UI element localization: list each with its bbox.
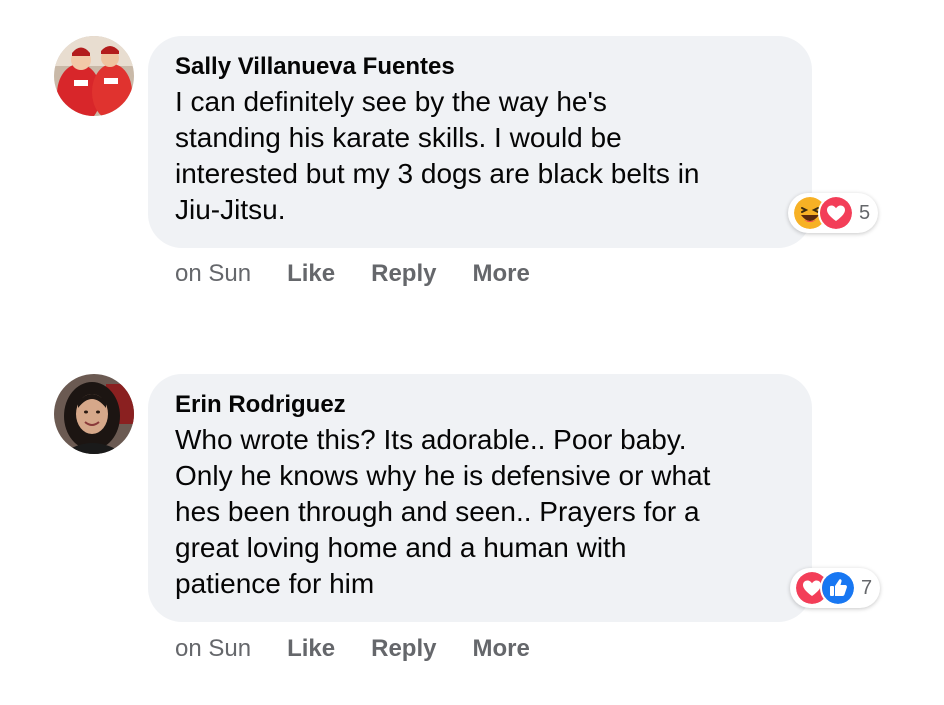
comment-text: Who wrote this? Its adorable.. Poor baby…	[175, 424, 711, 599]
comment-author[interactable]: Erin Rodriguez	[175, 390, 788, 420]
love-icon	[818, 195, 854, 231]
more-button[interactable]: More	[472, 260, 529, 288]
comment-actions: on Sun Like Reply More	[175, 258, 566, 290]
reaction-count: 5	[859, 201, 871, 224]
reaction-count: 7	[861, 576, 873, 599]
avatar[interactable]	[54, 36, 134, 116]
comments-page: Sally Villanueva Fuentes I can definitel…	[0, 0, 944, 705]
avatar-image	[54, 36, 134, 116]
comment-author[interactable]: Sally Villanueva Fuentes	[175, 52, 788, 82]
avatar[interactable]	[54, 374, 134, 454]
like-button[interactable]: Like	[287, 635, 335, 663]
comment-actions: on Sun Like Reply More	[175, 633, 566, 665]
reply-button[interactable]: Reply	[371, 260, 436, 288]
more-button[interactable]: More	[472, 635, 529, 663]
reactions-summary[interactable]: 7	[790, 568, 881, 608]
comment-bubble: Sally Villanueva Fuentes I can definitel…	[148, 36, 812, 248]
avatar-image	[54, 374, 134, 454]
comment-bubble: Erin Rodriguez Who wrote this? Its adora…	[148, 374, 812, 622]
reply-button[interactable]: Reply	[371, 635, 436, 663]
reactions-summary[interactable]: 5	[788, 193, 879, 233]
like-button[interactable]: Like	[287, 260, 335, 288]
like-icon	[820, 570, 856, 606]
comment-timestamp[interactable]: on Sun	[175, 260, 251, 288]
comment-timestamp[interactable]: on Sun	[175, 635, 251, 663]
comment-text: I can definitely see by the way he's sta…	[175, 86, 700, 225]
